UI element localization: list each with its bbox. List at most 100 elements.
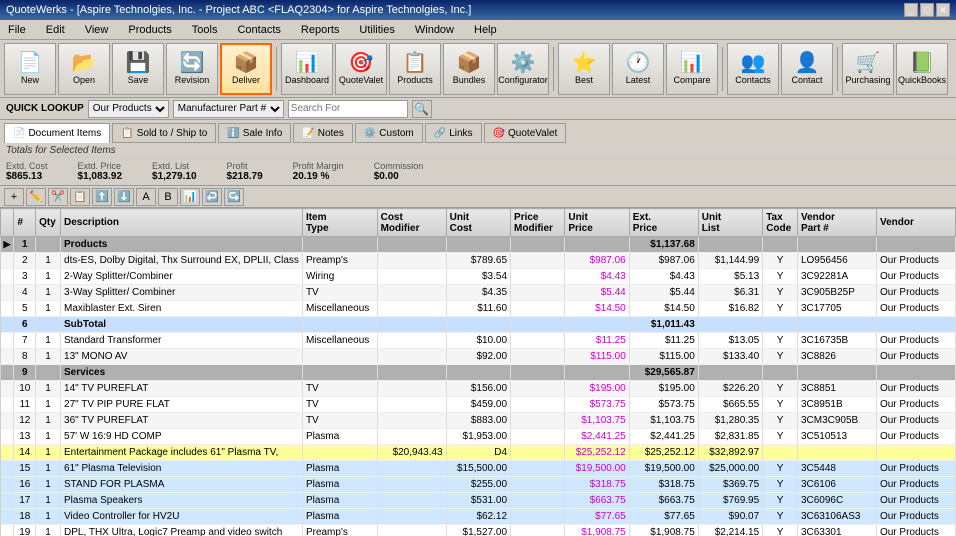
- row-cost-mod: [377, 429, 446, 445]
- bundles-button[interactable]: 📦 Bundles: [443, 43, 495, 95]
- table-row[interactable]: 17 1 Plasma Speakers Plasma $531.00 $663…: [1, 493, 956, 509]
- table-row[interactable]: 6 SubTotal $1,011.43: [1, 317, 956, 333]
- table-row[interactable]: 9 Services $29,565.87: [1, 365, 956, 381]
- new-button[interactable]: 📄 New: [4, 43, 56, 95]
- action-btn-2[interactable]: ✏️: [26, 188, 46, 206]
- best-button[interactable]: ⭐ Best: [558, 43, 610, 95]
- row-unit-cost: [446, 317, 510, 333]
- row-qty: [36, 237, 61, 253]
- table-row[interactable]: 16 1 STAND FOR PLASMA Plasma $255.00 $31…: [1, 477, 956, 493]
- action-btn-4[interactable]: 📋: [70, 188, 90, 206]
- table-row[interactable]: 18 1 Video Controller for HV2U Plasma $6…: [1, 509, 956, 525]
- compare-button[interactable]: 📊 Compare: [666, 43, 718, 95]
- table-row[interactable]: 19 1 DPL, THX Ultra, Logic7 Preamp and v…: [1, 525, 956, 536]
- search-button[interactable]: 🔍: [412, 100, 432, 118]
- products-button[interactable]: 📋 Products: [389, 43, 441, 95]
- row-ext-price: $25,252.12: [629, 445, 698, 461]
- menu-tools[interactable]: Tools: [188, 23, 222, 37]
- dashboard-button[interactable]: 📊 Dashboard: [281, 43, 333, 95]
- row-unit-list: [698, 237, 762, 253]
- row-unit-list: $2,214.15: [698, 525, 762, 536]
- lookup-source-dropdown[interactable]: Our Products: [88, 100, 169, 118]
- table-row[interactable]: 10 1 14" TV PUREFLAT TV $156.00 $195.00 …: [1, 381, 956, 397]
- row-unit-price: $115.00: [565, 349, 629, 365]
- menu-window[interactable]: Window: [411, 23, 458, 37]
- save-button[interactable]: 💾 Save: [112, 43, 164, 95]
- table-row[interactable]: 14 1 Entertainment Package includes 61" …: [1, 445, 956, 461]
- row-desc: 57' W 16:9 HD COMP: [61, 429, 303, 445]
- purchasing-button[interactable]: 🛒 Purchasing: [842, 43, 894, 95]
- configurator-button[interactable]: ⚙️ Configurator: [497, 43, 549, 95]
- col-price-mod: PriceModifier: [511, 209, 565, 237]
- menu-utilities[interactable]: Utilities: [355, 23, 398, 37]
- deliver-button[interactable]: 📦 Deliver: [220, 43, 272, 95]
- minimize-button[interactable]: _: [904, 3, 918, 17]
- notes-label: Notes: [318, 128, 344, 139]
- table-row[interactable]: 8 1 13" MONO AV $92.00 $115.00 $115.00 $…: [1, 349, 956, 365]
- menu-help[interactable]: Help: [470, 23, 501, 37]
- action-btn-1[interactable]: +: [4, 188, 24, 206]
- revision-button[interactable]: 🔄 Revision: [166, 43, 218, 95]
- row-ext-price: $29,565.87: [629, 365, 698, 381]
- menu-edit[interactable]: Edit: [42, 23, 69, 37]
- tab-sale-info[interactable]: ℹ️ Sale Info: [218, 123, 291, 143]
- lookup-field-dropdown[interactable]: Manufacturer Part #: [173, 100, 284, 118]
- close-button[interactable]: ✕: [936, 3, 950, 17]
- tab-notes[interactable]: 📝 Notes: [293, 123, 353, 143]
- table-row[interactable]: 3 1 2-Way Splitter/Combiner Wiring $3.54…: [1, 269, 956, 285]
- menu-contacts[interactable]: Contacts: [233, 23, 284, 37]
- search-input[interactable]: [288, 100, 408, 118]
- contact-button[interactable]: 👤 Contact: [781, 43, 833, 95]
- menu-reports[interactable]: Reports: [297, 23, 344, 37]
- row-vendor: Our Products: [876, 525, 955, 536]
- row-num: 4: [14, 285, 36, 301]
- maximize-button[interactable]: □: [920, 3, 934, 17]
- row-qty: 1: [36, 461, 61, 477]
- tab-links[interactable]: 🔗 Links: [425, 123, 482, 143]
- action-btn-6[interactable]: ⬇️: [114, 188, 134, 206]
- action-btn-11[interactable]: ↪️: [224, 188, 244, 206]
- row-desc: 14" TV PUREFLAT: [61, 381, 303, 397]
- row-num: 15: [14, 461, 36, 477]
- table-row[interactable]: 13 1 57' W 16:9 HD COMP Plasma $1,953.00…: [1, 429, 956, 445]
- profit-label: Profit: [227, 161, 263, 171]
- table-row[interactable]: 15 1 61" Plasma Television Plasma $15,50…: [1, 461, 956, 477]
- table-row[interactable]: 4 1 3-Way Splitter/ Combiner TV $4.35 $5…: [1, 285, 956, 301]
- row-price-mod: [511, 477, 565, 493]
- action-btn-5[interactable]: ⬆️: [92, 188, 112, 206]
- action-toolbar: + ✏️ ✂️ 📋 ⬆️ ⬇️ A B 📊 ↩️ ↪️: [0, 186, 956, 208]
- menu-file[interactable]: File: [4, 23, 30, 37]
- menu-products[interactable]: Products: [124, 23, 175, 37]
- table-row[interactable]: 2 1 dts-ES, Dolby Digital, Thx Surround …: [1, 253, 956, 269]
- tab-quotevalet[interactable]: 🎯 QuoteValet: [484, 123, 567, 143]
- contacts-button[interactable]: 👥 Contacts: [727, 43, 779, 95]
- action-btn-3[interactable]: ✂️: [48, 188, 68, 206]
- row-unit-cost: [446, 237, 510, 253]
- quickbooks-button[interactable]: 📗 QuickBooks: [896, 43, 948, 95]
- latest-button[interactable]: 🕐 Latest: [612, 43, 664, 95]
- row-desc: DPL, THX Ultra, Logic7 Preamp and video …: [61, 525, 303, 536]
- table-row[interactable]: 5 1 Maxiblaster Ext. Siren Miscellaneous…: [1, 301, 956, 317]
- row-vendor: Our Products: [876, 397, 955, 413]
- action-btn-10[interactable]: ↩️: [202, 188, 222, 206]
- tab-document-items[interactable]: 📄 Document Items: [4, 123, 110, 143]
- tab-custom[interactable]: ⚙️ Custom: [355, 123, 423, 143]
- table-row[interactable]: 11 1 27" TV PIP PURE FLAT TV $459.00 $57…: [1, 397, 956, 413]
- row-tax-code: Y: [763, 381, 798, 397]
- quotevalet-button[interactable]: 🎯 QuoteValet: [335, 43, 387, 95]
- row-price-mod: [511, 525, 565, 536]
- action-btn-9[interactable]: 📊: [180, 188, 200, 206]
- table-row[interactable]: ▶ 1 Products $1,137.68: [1, 237, 956, 253]
- row-unit-list: [698, 365, 762, 381]
- row-unit-price: $77.65: [565, 509, 629, 525]
- arrow-cell: [1, 349, 14, 365]
- row-type: [302, 349, 377, 365]
- menu-view[interactable]: View: [81, 23, 113, 37]
- table-row[interactable]: 12 1 36" TV PUREFLAT TV $883.00 $1,103.7…: [1, 413, 956, 429]
- tab-sold-to[interactable]: 📋 Sold to / Ship to: [112, 123, 216, 143]
- row-unit-list: $226.20: [698, 381, 762, 397]
- action-btn-7[interactable]: A: [136, 188, 156, 206]
- table-row[interactable]: 7 1 Standard Transformer Miscellaneous $…: [1, 333, 956, 349]
- open-button[interactable]: 📂 Open: [58, 43, 110, 95]
- action-btn-8[interactable]: B: [158, 188, 178, 206]
